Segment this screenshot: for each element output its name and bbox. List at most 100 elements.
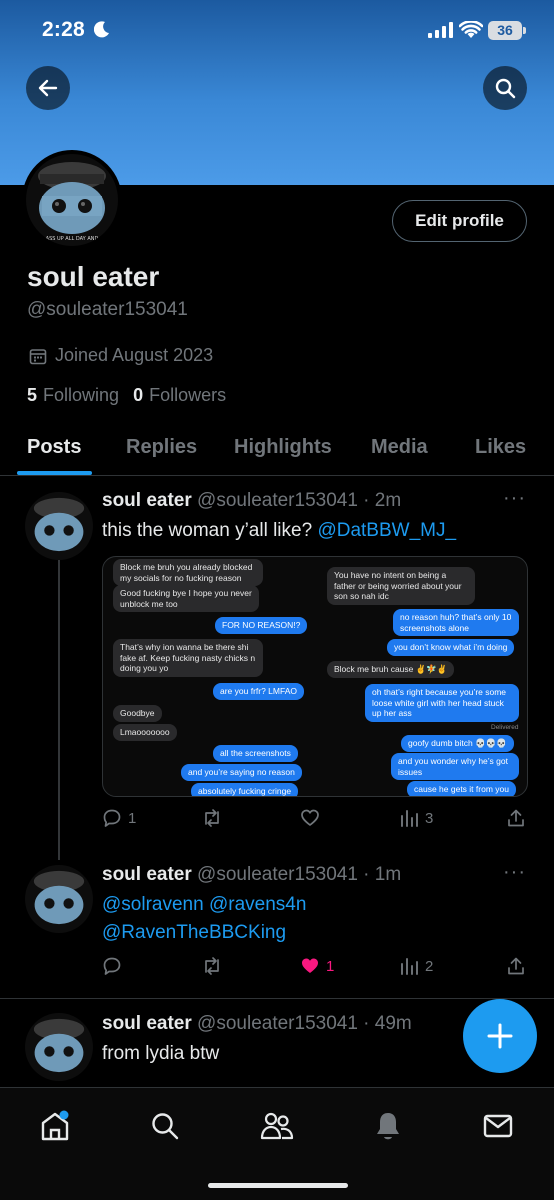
- battery-cap: [523, 27, 526, 34]
- reply-icon: [103, 809, 121, 827]
- message-bubble: You have no intent on being a father or …: [327, 567, 475, 605]
- nav-communities[interactable]: [257, 1106, 297, 1146]
- tab-likes[interactable]: Likes: [475, 436, 526, 459]
- nav-home[interactable]: [35, 1106, 75, 1146]
- tab-posts[interactable]: Posts: [27, 436, 81, 459]
- thread-line: [58, 560, 60, 860]
- heart-filled-icon: [302, 958, 318, 973]
- nav-messages[interactable]: [478, 1106, 518, 1146]
- share-icon: [508, 809, 524, 827]
- joined-date: Joined August 2023: [29, 345, 213, 366]
- reply-button[interactable]: 1: [102, 808, 136, 828]
- reply-count: 1: [128, 809, 137, 827]
- profile-name: soul eater: [27, 261, 160, 292]
- tab-replies[interactable]: Replies: [126, 436, 197, 459]
- tweet-text: from lydia btw: [102, 1043, 220, 1064]
- views-icon: [401, 810, 418, 827]
- tweet-divider: [0, 998, 554, 999]
- repost-button[interactable]: [201, 808, 223, 828]
- mention-link[interactable]: @DatBBW_MJ_: [317, 520, 456, 541]
- tweet-image[interactable]: Block me bruh you already blocked my soc…: [102, 556, 528, 797]
- joined-text: Joined August 2023: [55, 345, 214, 365]
- message-bubble: Goodbye: [113, 705, 162, 722]
- message-bubble: are you frfr? LMFAO: [213, 683, 304, 700]
- repost-icon: [205, 809, 219, 827]
- profile-avatar[interactable]: ASS UP ALL DAY AND: [22, 150, 122, 250]
- more-icon[interactable]: ···: [503, 487, 526, 510]
- repost-icon: [205, 957, 219, 975]
- message-bubble: no reason huh? that’s only 10 screenshot…: [393, 609, 519, 636]
- tweet-meta: @souleater153041 · 49m: [197, 1013, 412, 1034]
- message-bubble: absolutely fucking cringe: [191, 783, 299, 796]
- mention-link[interactable]: @ravens4n: [209, 894, 306, 915]
- tweet-actions: 1 3: [102, 808, 532, 834]
- nav-search[interactable]: [145, 1106, 185, 1146]
- following-link[interactable]: 5 Following: [27, 385, 119, 405]
- reply-button[interactable]: [102, 956, 122, 976]
- wifi-icon: [459, 21, 483, 38]
- avatar-image: ASS UP ALL DAY AND: [26, 154, 118, 246]
- tweet-author-name[interactable]: soul eater: [102, 864, 192, 885]
- views-button[interactable]: 2: [399, 956, 433, 976]
- search-icon: [152, 1113, 179, 1140]
- search-icon: [495, 78, 516, 99]
- plus-icon: [487, 1023, 513, 1049]
- tweet-avatar[interactable]: [25, 492, 93, 560]
- tab-media[interactable]: Media: [371, 436, 428, 459]
- like-count: 1: [326, 957, 335, 975]
- views-button[interactable]: 3: [399, 808, 433, 828]
- home-icon: [41, 1110, 69, 1141]
- tweet-meta: @souleater153041 · 2m: [197, 490, 402, 511]
- tab-indicator: [17, 471, 92, 475]
- message-bubble: goofy dumb bitch 💀💀💀: [401, 735, 514, 752]
- compose-button[interactable]: [463, 999, 537, 1073]
- message-bubble: cause he gets it from you: [407, 781, 516, 796]
- views-icon: [401, 958, 418, 975]
- nav-notifications[interactable]: [368, 1106, 408, 1146]
- battery-icon: 36: [488, 21, 522, 40]
- tweet-text: this the woman y’all like? @DatBBW_MJ_: [102, 520, 457, 541]
- tweet-header: soul eater @souleater153041 · 2m: [102, 490, 401, 512]
- status-bar: 2:28 36: [0, 0, 554, 64]
- edit-profile-button[interactable]: Edit profile: [392, 200, 527, 242]
- avatar-caption: ASS UP ALL DAY AND: [46, 236, 99, 242]
- more-icon[interactable]: ···: [503, 861, 526, 884]
- message-bubble: Block me bruh cause ✌️🧚✌️: [327, 661, 455, 678]
- profile-tabs: Posts Replies Highlights Media Likes: [0, 430, 554, 476]
- status-time: 2:28: [42, 18, 85, 41]
- message-bubble: oh that’s right because you’re some loos…: [365, 684, 519, 722]
- calendar-icon: [29, 348, 47, 364]
- mail-icon: [483, 1114, 513, 1138]
- share-icon: [508, 957, 524, 975]
- tweet-avatar[interactable]: [25, 865, 93, 933]
- message-bubble: Lmaooooooo: [113, 724, 177, 741]
- like-button[interactable]: [300, 808, 320, 828]
- tweet-author-name[interactable]: soul eater: [102, 490, 192, 511]
- share-button[interactable]: [506, 956, 526, 976]
- avatar-image: [25, 1013, 93, 1081]
- moon-icon: [94, 21, 109, 38]
- avatar-image: [25, 865, 93, 933]
- search-button[interactable]: [483, 66, 527, 110]
- delivered-label: Delivered: [491, 724, 519, 731]
- share-button[interactable]: [506, 808, 526, 828]
- mention-link[interactable]: @solravenn: [102, 894, 204, 915]
- tweet-actions: 1 2: [102, 956, 532, 982]
- mention-link[interactable]: @RavenTheBBCKing: [102, 922, 286, 943]
- tweet-header: soul eater @souleater153041 · 49m: [102, 1013, 412, 1035]
- message-bubble: and you wonder why he’s got issues: [391, 753, 519, 780]
- tweet-meta: @souleater153041 · 1m: [197, 864, 402, 885]
- repost-button[interactable]: [201, 956, 223, 976]
- like-button[interactable]: 1: [300, 956, 334, 976]
- arrow-left-icon: [38, 79, 58, 97]
- tweet-author-name[interactable]: soul eater: [102, 1013, 192, 1034]
- tweet-text: @solravenn @ravens4n @RavenTheBBCKing: [102, 891, 306, 947]
- tweet-avatar[interactable]: [25, 1013, 93, 1081]
- followers-link[interactable]: 0 Followers: [133, 385, 226, 405]
- views-count: 3: [425, 809, 434, 827]
- message-bubble: and you’re saying no reason: [181, 764, 302, 781]
- message-bubble: FOR NO REASON!?: [215, 617, 308, 634]
- back-button[interactable]: [26, 66, 70, 110]
- home-indicator[interactable]: [208, 1183, 348, 1188]
- tab-highlights[interactable]: Highlights: [234, 436, 332, 459]
